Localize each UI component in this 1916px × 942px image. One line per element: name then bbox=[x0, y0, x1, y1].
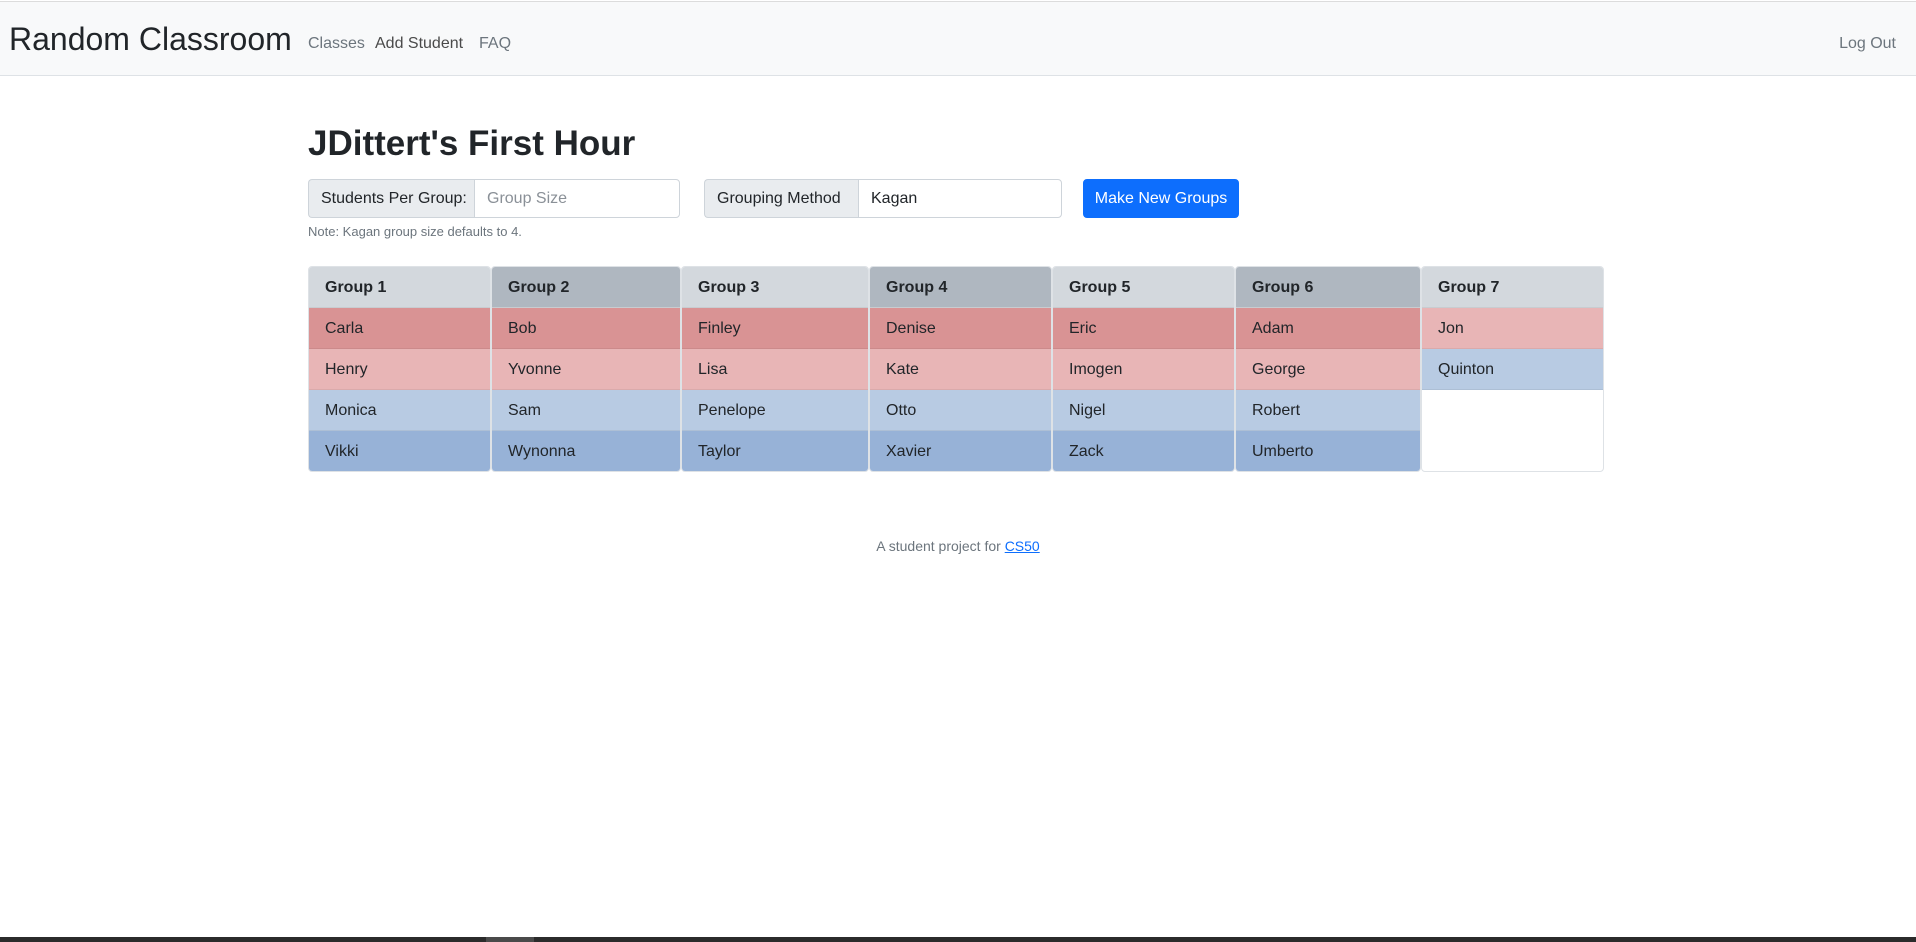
student-cell: Umberto bbox=[1236, 431, 1420, 471]
student-cell: George bbox=[1236, 349, 1420, 390]
group-header: Group 6 bbox=[1236, 267, 1420, 308]
student-cell: Quinton bbox=[1422, 349, 1603, 390]
student-cell: Jon bbox=[1422, 308, 1603, 349]
group-card-1: Group 1 Carla Henry Monica Vikki bbox=[308, 266, 491, 472]
nav-link-add-student[interactable]: Add Student bbox=[375, 35, 463, 53]
student-cell: Kate bbox=[870, 349, 1051, 390]
group-header: Group 4 bbox=[870, 267, 1051, 308]
group-card-4: Group 4 Denise Kate Otto Xavier bbox=[869, 266, 1052, 472]
footer: A student project for CS50 bbox=[0, 538, 1916, 554]
group-size-label: Students Per Group: bbox=[308, 179, 474, 218]
kagan-note: Note: Kagan group size defaults to 4. bbox=[308, 224, 522, 239]
student-cell: Imogen bbox=[1053, 349, 1234, 390]
make-new-groups-button[interactable]: Make New Groups bbox=[1083, 179, 1239, 218]
student-cell: Adam bbox=[1236, 308, 1420, 349]
group-size-input[interactable] bbox=[474, 179, 680, 218]
student-cell: Nigel bbox=[1053, 390, 1234, 431]
student-cell: Robert bbox=[1236, 390, 1420, 431]
student-cell: Denise bbox=[870, 308, 1051, 349]
grouping-method-select[interactable]: Kagan bbox=[858, 179, 1062, 218]
student-cell: Zack bbox=[1053, 431, 1234, 471]
group-card-7: Group 7 Jon Quinton bbox=[1421, 266, 1604, 472]
student-cell: Taylor bbox=[682, 431, 868, 471]
grouping-method-input-group: Grouping Method Kagan bbox=[704, 179, 1062, 218]
student-cell: Penelope bbox=[682, 390, 868, 431]
student-cell: Xavier bbox=[870, 431, 1051, 471]
student-cell: Carla bbox=[309, 308, 490, 349]
cs50-link[interactable]: CS50 bbox=[1005, 538, 1040, 554]
student-cell: Lisa bbox=[682, 349, 868, 390]
logout-link[interactable]: Log Out bbox=[1839, 35, 1896, 53]
student-cell: Yvonne bbox=[492, 349, 680, 390]
group-card-2: Group 2 Bob Yvonne Sam Wynonna bbox=[491, 266, 681, 472]
grouping-method-label: Grouping Method bbox=[704, 179, 858, 218]
student-cell: Eric bbox=[1053, 308, 1234, 349]
student-cell: Henry bbox=[309, 349, 490, 390]
taskbar-segment bbox=[486, 937, 534, 942]
student-cell: Bob bbox=[492, 308, 680, 349]
nav-link-faq[interactable]: FAQ bbox=[479, 35, 511, 53]
footer-text: A student project for bbox=[876, 538, 1005, 554]
group-card-3: Group 3 Finley Lisa Penelope Taylor bbox=[681, 266, 869, 472]
group-card-6: Group 6 Adam George Robert Umberto bbox=[1235, 266, 1421, 472]
student-cell: Finley bbox=[682, 308, 868, 349]
student-cell: Otto bbox=[870, 390, 1051, 431]
group-header: Group 5 bbox=[1053, 267, 1234, 308]
student-cell: Monica bbox=[309, 390, 490, 431]
group-header: Group 7 bbox=[1422, 267, 1603, 308]
group-header: Group 1 bbox=[309, 267, 490, 308]
brand-link[interactable]: Random Classroom bbox=[9, 21, 292, 58]
page-title: JDittert's First Hour bbox=[308, 124, 636, 163]
group-card-5: Group 5 Eric Imogen Nigel Zack bbox=[1052, 266, 1235, 472]
group-size-input-group: Students Per Group: bbox=[308, 179, 680, 218]
student-cell: Vikki bbox=[309, 431, 490, 471]
group-header: Group 2 bbox=[492, 267, 680, 308]
nav-link-classes[interactable]: Classes bbox=[308, 35, 365, 53]
taskbar-strip bbox=[0, 937, 1916, 942]
student-cell: Wynonna bbox=[492, 431, 680, 471]
student-cell: Sam bbox=[492, 390, 680, 431]
navbar: Random Classroom Classes Add Student FAQ… bbox=[0, 1, 1916, 76]
group-header: Group 3 bbox=[682, 267, 868, 308]
